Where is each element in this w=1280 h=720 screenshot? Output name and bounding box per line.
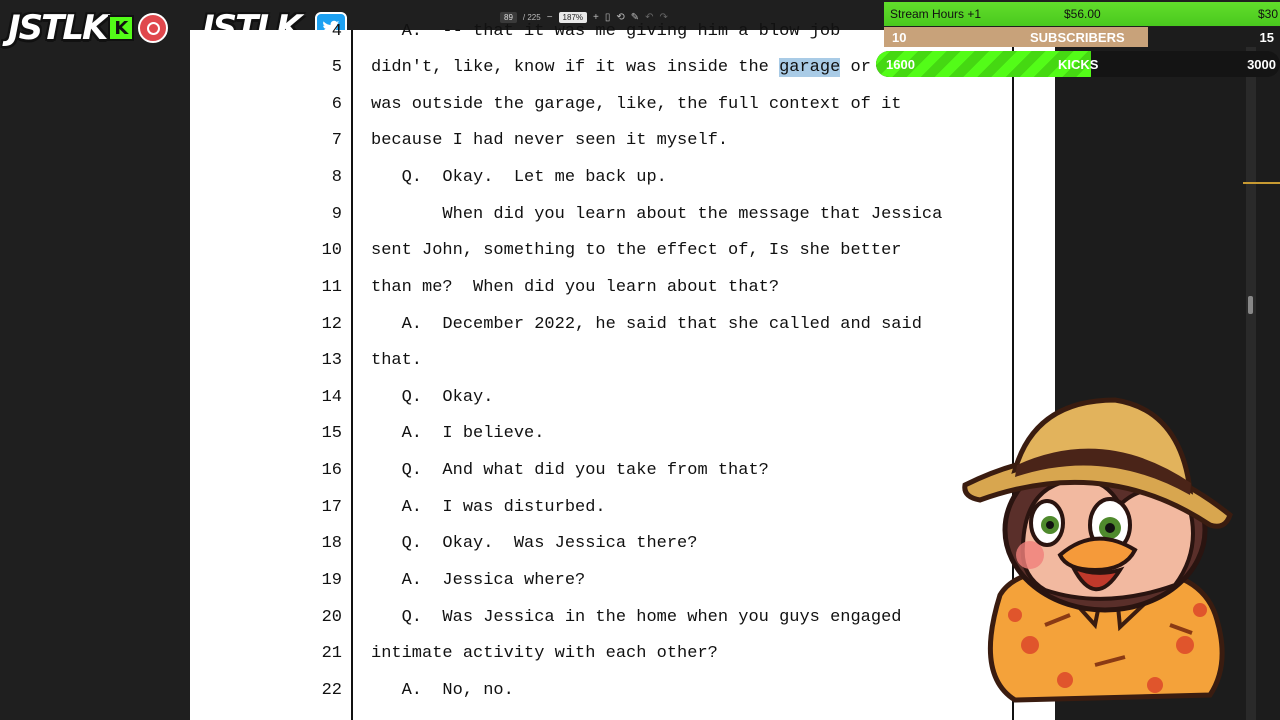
kicks-goal: 1600 KICKS 3000: [876, 51, 1280, 77]
transcript-line: 15 A. I believe.: [190, 424, 1055, 460]
goal-label: Stream Hours +1: [890, 7, 982, 21]
stream-hours-goal: Stream Hours +1 $56.00 $30: [884, 2, 1280, 26]
transcript-line: 13 that.: [190, 351, 1055, 387]
page-total: / 225: [522, 12, 541, 22]
line-number: 6: [331, 95, 342, 114]
logo-text: JSTLK: [8, 8, 108, 48]
line-text: Q. Okay. Was Jessica there?: [371, 534, 698, 553]
line-text: A. -- that it was me giving him a blow j…: [371, 22, 841, 41]
line-number: 8: [331, 168, 342, 187]
fit-page-icon[interactable]: ▯: [605, 12, 611, 23]
zoom-level-input[interactable]: 187%: [558, 11, 588, 23]
line-number: 21: [321, 644, 342, 663]
transcript-line: 9 When did you learn about the message t…: [190, 205, 1055, 241]
line-number: 4: [331, 22, 342, 41]
scrollbar-track[interactable]: [1246, 30, 1256, 720]
goal-amount: $56.00: [1064, 7, 1101, 21]
transcript-line: 14 Q. Okay.: [190, 388, 1055, 424]
redo-icon[interactable]: ↷: [660, 12, 668, 23]
search-highlight: garage: [779, 58, 841, 77]
line-number: 11: [321, 278, 342, 297]
record-icon: [138, 13, 169, 43]
jstlk-kick-logo: JSTLK K: [8, 8, 169, 48]
kick-icon: K: [108, 15, 135, 41]
line-text: A. I was disturbed.: [371, 498, 606, 517]
line-text: A. Jessica where?: [371, 571, 586, 590]
transcript-line: 7 because I had never seen it myself.: [190, 131, 1055, 167]
undo-icon[interactable]: ↶: [645, 12, 653, 23]
transcript-line: 10 sent John, something to the effect of…: [190, 241, 1055, 277]
line-number: 9: [331, 205, 342, 224]
transcript-line: 6 was outside the garage, like, the full…: [190, 95, 1055, 131]
goal-label: SUBSCRIBERS: [1030, 29, 1125, 45]
goal-target: 3000: [1247, 56, 1276, 72]
line-text: than me? When did you learn about that?: [371, 278, 780, 297]
page-number-input[interactable]: 89: [500, 11, 517, 23]
transcript-line: 20 Q. Was Jessica in the home when you g…: [190, 608, 1055, 644]
line-number: 14: [321, 388, 342, 407]
line-text: that.: [371, 351, 423, 370]
transcript-line: 12 A. December 2022, he said that she ca…: [190, 315, 1055, 351]
subscribers-goal: 10 SUBSCRIBERS 15: [884, 27, 1280, 47]
line-text: Q. Okay.: [371, 388, 494, 407]
line-text: When did you learn about the message tha…: [371, 205, 943, 224]
line-text: was outside the garage, like, the full c…: [371, 95, 902, 114]
penguin-mascot-image: [962, 397, 1233, 703]
line-number: 7: [331, 131, 342, 150]
line-text: Q. Was Jessica in the home when you guys…: [371, 608, 902, 627]
transcript-line: 8 Q. Okay. Let me back up.: [190, 168, 1055, 204]
line-number: 19: [321, 571, 342, 590]
goal-current: 10: [892, 29, 907, 45]
line-text: Q. And what did you take from that?: [371, 461, 769, 480]
rotate-icon[interactable]: ⟲: [616, 12, 624, 23]
draw-icon[interactable]: ✎: [631, 12, 639, 23]
line-number: 12: [321, 315, 342, 334]
goal-label: KICKS: [1058, 56, 1099, 72]
line-number: 22: [321, 681, 342, 700]
line-text: because I had never seen it myself.: [371, 131, 729, 150]
transcript-line: 19 A. Jessica where?: [190, 571, 1055, 607]
transcript-line: 21 intimate activity with each other?: [190, 644, 1055, 680]
line-number: 17: [321, 498, 342, 517]
line-text: A. I believe.: [371, 424, 545, 443]
line-text: sent John, something to the effect of, I…: [371, 241, 902, 260]
line-text: A. December 2022, he said that she calle…: [371, 315, 922, 334]
line-number: 20: [321, 608, 342, 627]
line-number: 5: [331, 58, 342, 77]
zoom-in-button[interactable]: +: [593, 12, 599, 23]
line-number: 18: [321, 534, 342, 553]
line-text: intimate activity with each other?: [371, 644, 718, 663]
line-text: Q. Okay. Let me back up.: [371, 168, 667, 187]
scrollbar-thumb[interactable]: [1248, 296, 1253, 314]
transcript-line: 18 Q. Okay. Was Jessica there?: [190, 534, 1055, 570]
line-number: 13: [321, 351, 342, 370]
line-number: 15: [321, 424, 342, 443]
divider-accent: [1243, 182, 1280, 184]
transcript-line: 17 A. I was disturbed.: [190, 498, 1055, 534]
line-number: 10: [321, 241, 342, 260]
goal-target: $30: [1257, 7, 1278, 21]
zoom-out-button[interactable]: −: [547, 12, 553, 23]
goal-target: 15: [1259, 29, 1274, 45]
line-number: 16: [321, 461, 342, 480]
transcript-line: 22 A. No, no.: [190, 681, 1055, 717]
transcript-line: 16 Q. And what did you take from that?: [190, 461, 1055, 497]
goal-current: 1600: [886, 56, 915, 72]
line-text-before: didn't, like, know if it was inside the: [371, 58, 780, 77]
transcript-line: 11 than me? When did you learn about tha…: [190, 278, 1055, 314]
line-text: didn't, like, know if it was inside the …: [371, 58, 932, 77]
line-text: A. No, no.: [371, 681, 514, 700]
